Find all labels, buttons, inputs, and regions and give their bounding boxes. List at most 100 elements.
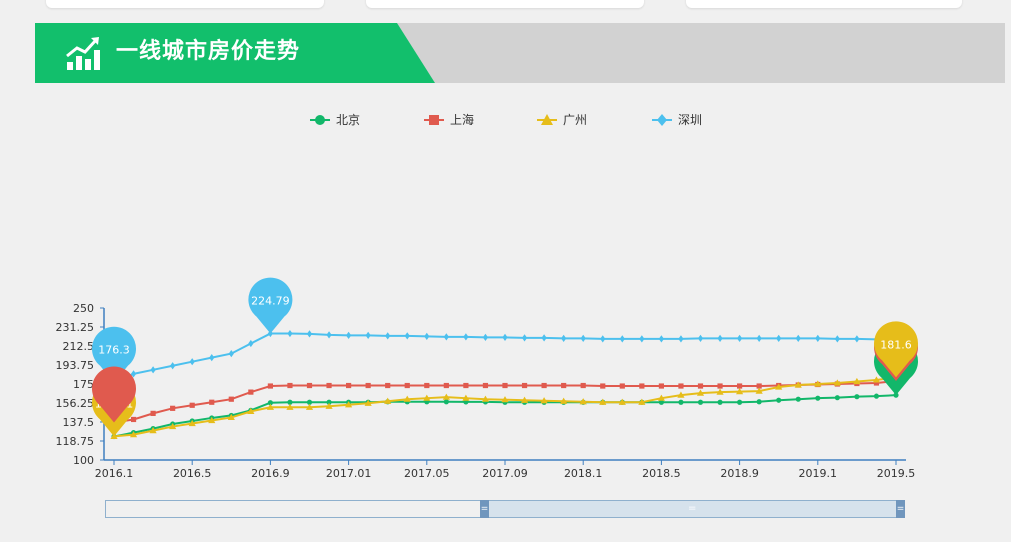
data-point bbox=[717, 383, 723, 389]
data-point bbox=[482, 333, 489, 341]
data-point bbox=[658, 335, 664, 343]
data-point bbox=[502, 382, 508, 389]
y-tick-label: 193.75 bbox=[56, 359, 95, 372]
data-point bbox=[600, 335, 606, 343]
data-point bbox=[854, 335, 860, 343]
pin-label: 176.3 bbox=[98, 344, 130, 357]
data-point bbox=[619, 383, 625, 389]
data-point bbox=[248, 339, 254, 348]
data-point bbox=[189, 358, 195, 366]
data-point bbox=[443, 333, 449, 341]
x-tick-label: 2018.1 bbox=[564, 467, 603, 480]
data-point bbox=[600, 383, 606, 389]
legend-marker-3 bbox=[657, 114, 667, 126]
data-point bbox=[170, 405, 176, 411]
y-tick-label: 100 bbox=[73, 454, 94, 467]
data-point bbox=[287, 329, 293, 338]
y-tick-label: 231.25 bbox=[56, 321, 95, 334]
data-point bbox=[150, 366, 156, 374]
data-point bbox=[639, 383, 645, 389]
data-point bbox=[463, 382, 469, 389]
data-point bbox=[228, 350, 234, 358]
data-point bbox=[209, 399, 215, 405]
data-point bbox=[619, 335, 625, 343]
data-point bbox=[287, 382, 293, 389]
data-point bbox=[521, 382, 528, 389]
value-pin: 224.79 bbox=[248, 277, 293, 334]
data-point bbox=[541, 334, 547, 342]
data-point bbox=[404, 382, 410, 389]
data-point bbox=[130, 416, 137, 423]
data-point bbox=[482, 382, 489, 389]
data-point bbox=[795, 334, 801, 342]
legend-marker-0 bbox=[315, 115, 325, 125]
data-point bbox=[697, 399, 704, 405]
x-tick-label: 2016.1 bbox=[95, 467, 134, 480]
data-point bbox=[365, 382, 371, 389]
data-point bbox=[424, 332, 430, 340]
legend-label-1: 上海 bbox=[450, 112, 474, 127]
data-point bbox=[717, 399, 723, 405]
legend-label-0: 北京 bbox=[336, 113, 360, 127]
x-tick-label: 2018.5 bbox=[642, 467, 681, 480]
data-point bbox=[697, 383, 704, 389]
data-point bbox=[404, 332, 410, 340]
data-point bbox=[463, 333, 469, 341]
pin-label: 224.79 bbox=[251, 295, 290, 308]
y-tick-label: 250 bbox=[73, 302, 94, 315]
x-tick-label: 2017.09 bbox=[482, 467, 528, 480]
data-point bbox=[717, 334, 723, 342]
data-point bbox=[678, 383, 684, 389]
x-tick-label: 2018.9 bbox=[720, 467, 759, 480]
data-point bbox=[776, 334, 782, 342]
data-point bbox=[580, 382, 586, 389]
x-tick-label: 2017.05 bbox=[404, 467, 450, 480]
y-tick-label: 175 bbox=[73, 378, 94, 391]
data-point bbox=[658, 383, 664, 389]
x-tick-label: 2019.5 bbox=[877, 467, 916, 480]
data-point bbox=[306, 330, 313, 338]
data-point bbox=[385, 332, 391, 340]
data-point bbox=[346, 382, 352, 389]
data-point bbox=[678, 399, 684, 405]
data-point bbox=[737, 334, 743, 342]
data-point bbox=[795, 396, 801, 402]
data-point bbox=[385, 382, 391, 389]
data-point bbox=[815, 395, 821, 401]
data-point bbox=[443, 399, 449, 405]
data-point bbox=[346, 331, 352, 339]
data-point bbox=[248, 389, 254, 395]
data-point bbox=[854, 394, 860, 400]
data-point bbox=[443, 382, 449, 389]
datazoom-drag-mark: = bbox=[688, 503, 697, 514]
data-point bbox=[737, 399, 743, 405]
y-tick-label: 212.5 bbox=[63, 340, 95, 353]
data-point bbox=[228, 396, 234, 402]
data-point bbox=[365, 331, 371, 339]
y-tick-label: 137.5 bbox=[63, 416, 95, 429]
data-point bbox=[502, 333, 508, 341]
data-point bbox=[326, 382, 332, 389]
data-point bbox=[306, 382, 313, 389]
data-point bbox=[326, 331, 332, 339]
house-price-line-chart: 100 118.75 137.5 156.25 175 193.75 212.5 231.25… bbox=[56, 112, 918, 480]
data-point bbox=[150, 410, 156, 416]
data-point bbox=[815, 334, 821, 342]
legend-label-2: 广州 bbox=[563, 113, 587, 127]
data-point bbox=[776, 397, 782, 403]
data-point bbox=[737, 383, 743, 389]
y-tick-label: 156.25 bbox=[56, 397, 95, 410]
data-point bbox=[209, 354, 215, 362]
datazoom-start-handle[interactable]: = bbox=[480, 500, 489, 518]
data-point bbox=[170, 362, 176, 370]
data-point bbox=[541, 382, 547, 389]
data-point bbox=[697, 334, 704, 342]
data-point bbox=[678, 335, 684, 343]
data-point bbox=[267, 383, 273, 389]
datazoom-end-handle[interactable]: = bbox=[896, 500, 905, 518]
data-point bbox=[521, 334, 528, 342]
x-tick-label: 2019.1 bbox=[799, 467, 838, 480]
y-tick-label: 118.75 bbox=[56, 435, 95, 448]
data-point bbox=[424, 382, 430, 389]
pin-label: 181.6 bbox=[880, 338, 912, 351]
